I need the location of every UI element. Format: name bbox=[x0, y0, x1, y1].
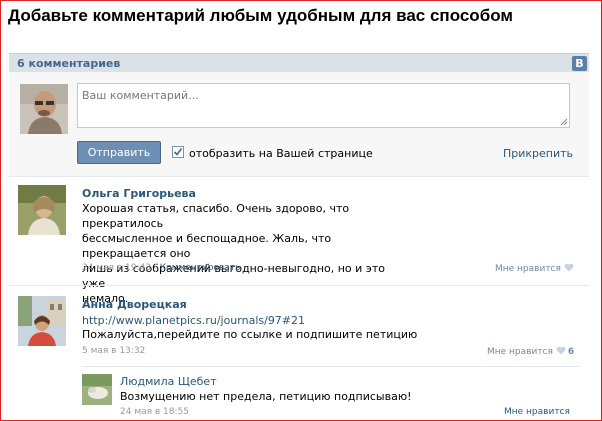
comment-link[interactable]: http://www.planetpics.ru/journals/97#21 bbox=[82, 313, 305, 328]
heart-icon bbox=[564, 263, 574, 272]
comment-avatar-anna[interactable] bbox=[18, 296, 66, 346]
comment-author-name[interactable]: Ольга Григорьева bbox=[82, 187, 196, 200]
reply-author-name[interactable]: Людмила Щебет bbox=[120, 375, 217, 388]
comment-meta: 24 мая в 19:43 | Комментировать bbox=[82, 263, 241, 273]
reply-like-button[interactable]: Мне нравится bbox=[504, 407, 570, 417]
like-label: Мне нравится bbox=[495, 264, 561, 274]
show-on-page-checkbox[interactable] bbox=[172, 146, 184, 158]
comment-form: Ваш комментарий... Отправить отобразить … bbox=[9, 72, 589, 177]
comment-date: 5 мая в 13:32 bbox=[82, 346, 146, 356]
reply-text: Возмущению нет предела, петицию подписыв… bbox=[120, 390, 412, 403]
like-label: Мне нравится bbox=[487, 347, 553, 357]
like-button[interactable]: Мне нравится bbox=[495, 263, 574, 274]
reply-avatar[interactable] bbox=[82, 374, 112, 405]
like-button[interactable]: Мне нравится 6 bbox=[487, 346, 574, 357]
my-avatar[interactable] bbox=[20, 84, 68, 134]
comment-input-placeholder: Ваш комментарий... bbox=[82, 89, 199, 102]
check-icon bbox=[173, 148, 183, 156]
comments-count: 6 комментариев bbox=[17, 57, 121, 70]
send-button[interactable]: Отправить bbox=[77, 141, 161, 164]
comment-text: Хорошая статья, спасибо. Очень здорово, … bbox=[82, 201, 402, 306]
heart-icon bbox=[556, 346, 566, 355]
show-on-page-label[interactable]: отобразить на Вашей странице bbox=[189, 147, 373, 160]
attach-link[interactable]: Прикрепить bbox=[503, 147, 573, 160]
comment-text-line: бессмысленное и беспощадное. Жаль, что п… bbox=[82, 232, 332, 260]
reply-link[interactable]: Комментировать bbox=[160, 263, 241, 273]
comment-text-line: Хорошая статья, спасибо. Очень здорово, … bbox=[82, 202, 350, 230]
comment-divider bbox=[9, 285, 589, 286]
page-title: Добавьте комментарий любым удобным для в… bbox=[8, 6, 513, 25]
comment-text: Пожалуйста,перейдите по ссылке и подпиши… bbox=[82, 328, 418, 341]
comments-header-bar: 6 комментариев В bbox=[9, 53, 589, 73]
comment-author-name[interactable]: Анна Дворецкая bbox=[82, 298, 187, 311]
comment-date: 24 мая в 19:43 bbox=[82, 263, 151, 273]
like-count: 6 bbox=[567, 347, 575, 357]
vk-logo[interactable]: В bbox=[572, 56, 587, 71]
comment-avatar-olga[interactable] bbox=[18, 185, 66, 235]
reply-date: 24 мая в 18:55 bbox=[120, 407, 189, 417]
reply-divider bbox=[82, 366, 580, 367]
comment-input[interactable]: Ваш комментарий... bbox=[77, 83, 570, 128]
resize-handle-icon[interactable] bbox=[560, 118, 567, 125]
